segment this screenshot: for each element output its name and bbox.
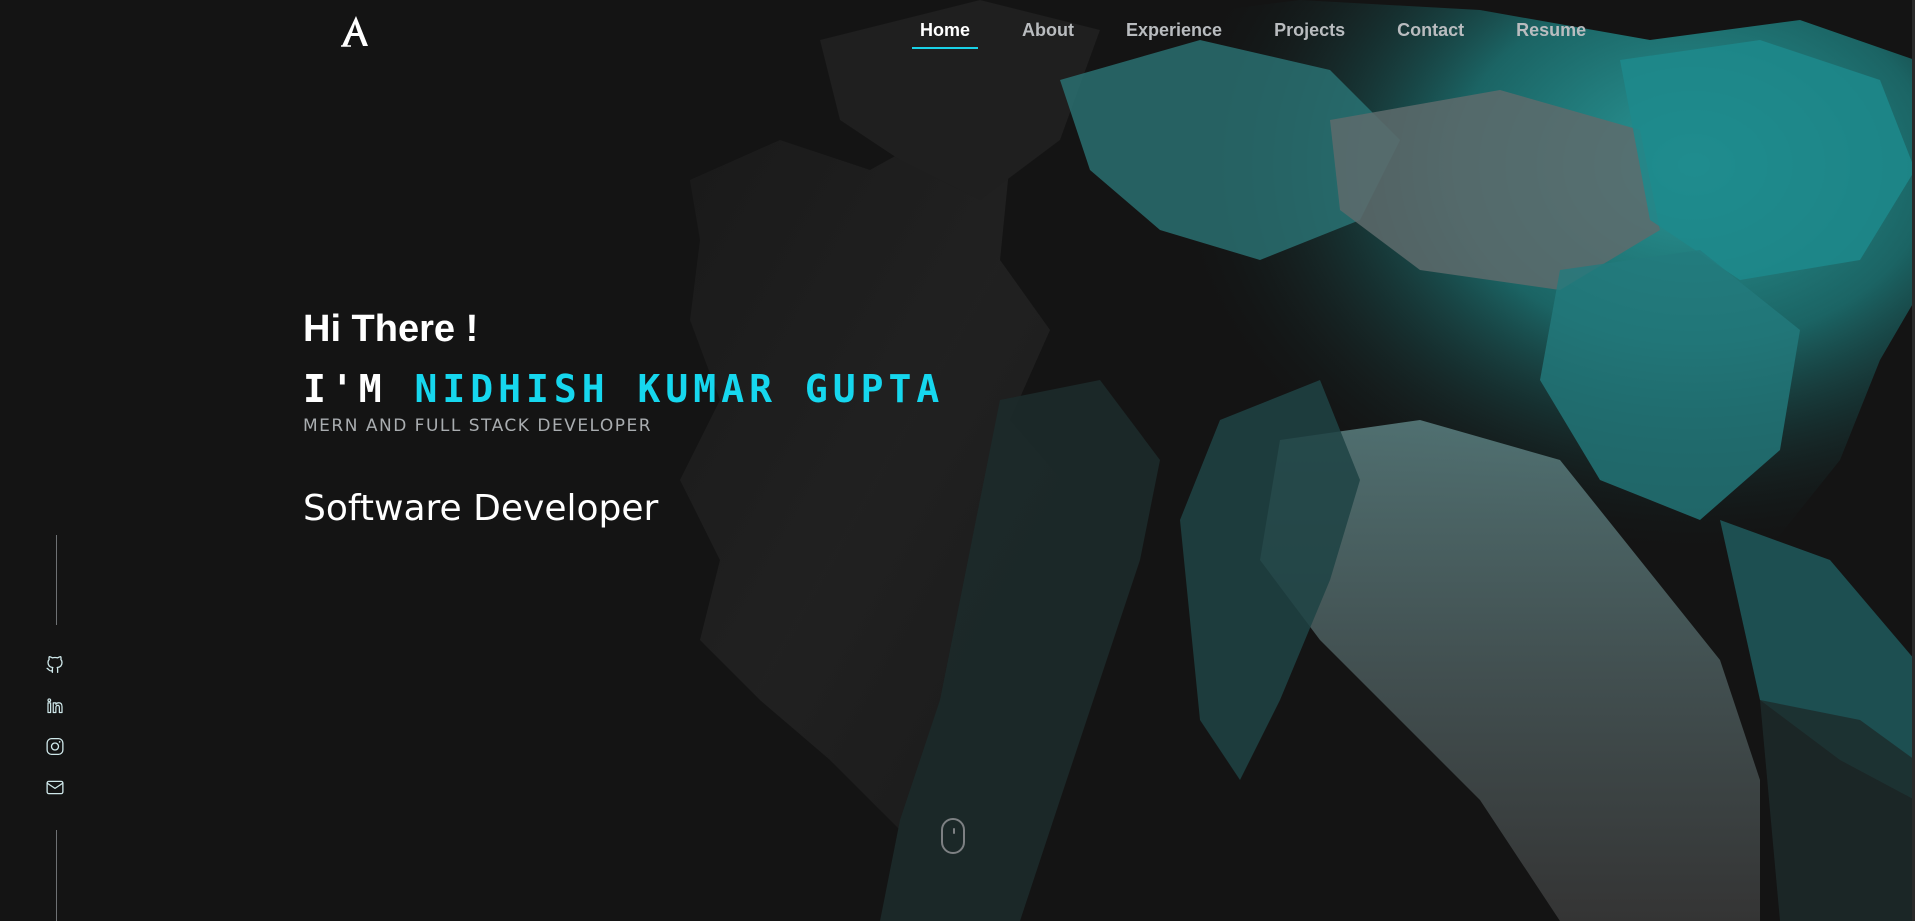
linkedin-icon[interactable] (44, 695, 66, 716)
hero-role: Software Developer (303, 488, 659, 529)
hero-name: NIDHISH KUMAR GUPTA (414, 367, 945, 411)
hero-tagline: MERN AND FULL STACK DEVELOPER (303, 416, 653, 436)
a-monogram-logo[interactable] (338, 14, 374, 48)
nav-resume[interactable]: Resume (1508, 14, 1594, 49)
hero-name-line: I'M NIDHISH KUMAR GUPTA (303, 370, 944, 408)
nav-home[interactable]: Home (912, 14, 979, 49)
nav-projects[interactable]: Projects (1266, 14, 1353, 49)
portfolio-page: Home About Experience Projects Contact R… (0, 0, 1915, 921)
hero-name-prefix: I'M (303, 367, 387, 411)
github-icon[interactable] (44, 654, 66, 675)
mail-icon[interactable] (44, 777, 66, 798)
instagram-icon[interactable] (44, 736, 66, 757)
nav-contact[interactable]: Contact (1389, 14, 1472, 49)
hero-greeting: Hi There ! (303, 308, 479, 350)
social-divider-top (56, 535, 57, 625)
nav-about[interactable]: About (1014, 14, 1082, 49)
navbar: Home About Experience Projects Contact R… (0, 0, 1915, 62)
social-links (44, 654, 66, 798)
mouse-wheel (953, 828, 955, 834)
mouse-scroll-icon[interactable] (941, 818, 965, 854)
nav-links: Home About Experience Projects Contact R… (912, 14, 1630, 49)
nav-experience[interactable]: Experience (1118, 14, 1230, 49)
hero-section: Hi There ! I'M NIDHISH KUMAR GUPTA MERN … (303, 310, 944, 529)
background-art (680, 0, 1915, 921)
social-divider-bottom (56, 830, 57, 921)
